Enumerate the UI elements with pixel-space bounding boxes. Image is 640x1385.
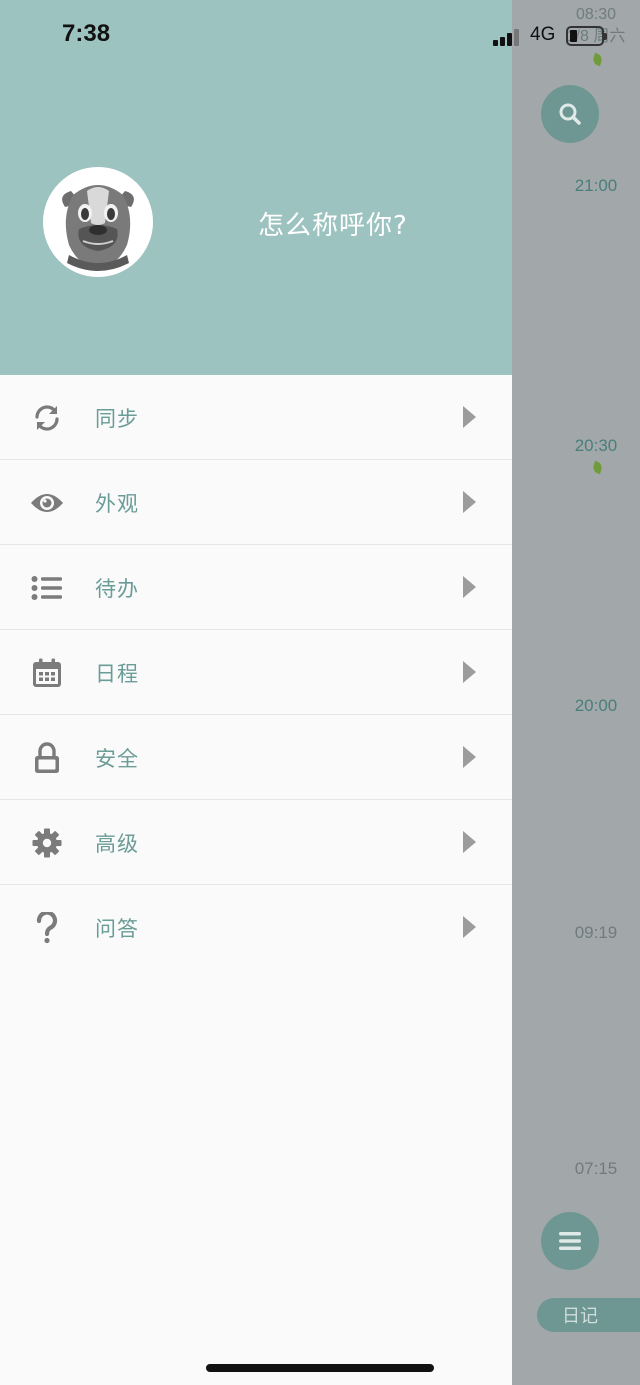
menu-item-label: 问答 (95, 917, 139, 941)
menu-item-todo[interactable]: 待办 (0, 545, 512, 630)
home-indicator[interactable] (206, 1364, 434, 1372)
chevron-right-icon (463, 916, 476, 938)
menu-item-advanced[interactable]: 高级 (0, 800, 512, 885)
menu-item-label: 高级 (95, 832, 139, 856)
bottom-tab-label: 日记 (562, 1306, 598, 1327)
bottom-tab-diary[interactable]: 日记 (537, 1298, 640, 1332)
battery-icon (566, 26, 607, 46)
chevron-right-icon (463, 406, 476, 428)
lock-icon (29, 741, 65, 775)
signal-icon (493, 28, 523, 46)
menu-fab-button[interactable] (541, 1212, 599, 1270)
navigation-drawer: 怎么称呼你? 同步 外观 待办 日程 安全 高级 问答 (0, 0, 512, 1385)
menu-item-security[interactable]: 安全 (0, 715, 512, 800)
drawer-menu: 同步 外观 待办 日程 安全 高级 问答 (0, 375, 512, 970)
menu-item-schedule[interactable]: 日程 (0, 630, 512, 715)
avatar[interactable] (43, 167, 153, 277)
network-label: 4G (530, 24, 556, 45)
timeline-entry-time: 20:00 (574, 696, 618, 715)
chevron-right-icon (463, 746, 476, 768)
menu-item-label: 日程 (95, 662, 139, 686)
background-timeline: 08:30 1/8 周六 21:00 20:30 20:00 09:19 07:… (512, 0, 640, 1385)
timeline-entry-time: 07:15 (574, 1159, 618, 1178)
status-bar: 7:38 4G (0, 0, 640, 70)
user-name-prompt[interactable]: 怎么称呼你? (258, 205, 408, 242)
chevron-right-icon (463, 831, 476, 853)
calendar-icon (29, 656, 65, 690)
chevron-right-icon (463, 576, 476, 598)
menu-item-label: 安全 (95, 747, 139, 771)
menu-item-appearance[interactable]: 外观 (0, 460, 512, 545)
chevron-right-icon (463, 491, 476, 513)
menu-item-label: 同步 (95, 407, 139, 431)
leaf-icon (591, 460, 604, 475)
pug-avatar-icon (62, 185, 134, 271)
search-button[interactable] (541, 85, 599, 143)
gear-icon (29, 826, 65, 860)
menu-item-sync[interactable]: 同步 (0, 375, 512, 460)
chevron-right-icon (463, 661, 476, 683)
eye-icon (29, 486, 65, 520)
timeline-entry-time: 21:00 (574, 176, 618, 195)
timeline-entry-time: 09:19 (574, 923, 618, 942)
sync-icon (29, 401, 65, 435)
list-icon (29, 571, 65, 605)
timeline-entry-time: 20:30 (574, 436, 618, 455)
search-icon (559, 103, 581, 125)
menu-item-label: 待办 (95, 577, 139, 601)
hamburger-icon (559, 1232, 581, 1250)
menu-item-faq[interactable]: 问答 (0, 885, 512, 970)
question-icon (29, 911, 65, 945)
menu-item-label: 外观 (95, 492, 139, 516)
status-time: 7:38 (62, 20, 111, 47)
